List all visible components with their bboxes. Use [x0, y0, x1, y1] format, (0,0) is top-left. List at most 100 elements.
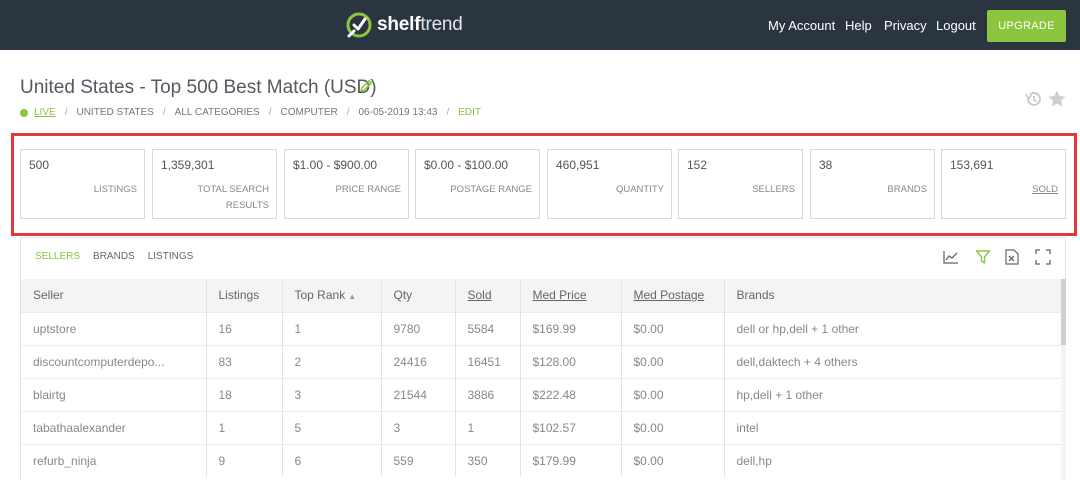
fullscreen-icon[interactable]	[1035, 249, 1051, 265]
column-header-listings[interactable]: Listings	[206, 279, 283, 312]
cell-qty: 24416	[381, 344, 456, 378]
cell-qty: 21544	[381, 377, 456, 411]
breadcrumb-category: COMPUTER	[280, 107, 338, 118]
cell-qty: 9780	[381, 311, 456, 345]
cell-listings: 1	[206, 410, 283, 444]
column-header-top-rank[interactable]: Top Rank ▲	[282, 279, 382, 312]
app-logo[interactable]: shelftrend	[345, 11, 463, 39]
cell-med-postage: $0.00	[621, 377, 725, 411]
cell-top-rank: 2	[282, 344, 382, 378]
cell-sold: 16451	[455, 344, 521, 378]
column-header-seller[interactable]: Seller	[21, 279, 207, 312]
breadcrumb: LIVE / UNITED STATES / ALL CATEGORIES / …	[20, 107, 481, 118]
stat-card-quantity: 460,951 QUANTITY	[547, 149, 672, 219]
breadcrumb-separator: /	[64, 107, 68, 118]
cell-listings: 83	[206, 344, 283, 378]
cell-med-postage: $0.00	[621, 344, 725, 378]
cell-seller[interactable]: uptstore	[21, 311, 207, 345]
cell-seller[interactable]: refurb_ninja	[21, 443, 207, 477]
stat-card-postage-range: $0.00 - $100.00 POSTAGE RANGE	[415, 149, 540, 219]
cell-brands: dell,daktech + 4 others	[724, 344, 1061, 378]
cell-top-rank: 6	[282, 443, 382, 477]
upgrade-button[interactable]: UPGRADE	[987, 10, 1066, 42]
tab-brands[interactable]: BRANDS	[93, 251, 135, 262]
stat-value: 460,951	[556, 158, 600, 172]
table-row[interactable]: blairtg 18 3 21544 3886 $222.48 $0.00 hp…	[21, 377, 1061, 411]
breadcrumb-separator: /	[446, 107, 450, 118]
breadcrumb-live[interactable]: LIVE	[34, 107, 56, 118]
breadcrumb-categories: ALL CATEGORIES	[174, 107, 260, 118]
column-header-med-price[interactable]: Med Price	[520, 279, 622, 312]
breadcrumb-edit-link[interactable]: EDIT	[458, 107, 481, 118]
page-title: United States - Top 500 Best Match (USD)	[20, 77, 377, 98]
cell-med-price: $179.99	[520, 443, 622, 477]
cell-top-rank: 1	[282, 311, 382, 345]
cell-qty: 3	[381, 410, 456, 444]
stat-card-sold: 153,691 SOLD	[941, 149, 1066, 219]
table-header-row: Seller Listings Top Rank ▲ Qty Sold Med P…	[21, 279, 1061, 312]
stat-label-sold-link[interactable]: SOLD	[948, 182, 1058, 198]
column-header-brands[interactable]: Brands	[724, 279, 1061, 312]
cell-listings: 16	[206, 311, 283, 345]
stat-value: 38	[819, 158, 833, 172]
breadcrumb-separator: /	[346, 107, 350, 118]
logo-text-bold: shelf	[377, 14, 421, 35]
live-status-dot	[20, 108, 28, 117]
stat-value: 152	[687, 158, 708, 172]
cell-brands: hp,dell + 1 other	[724, 377, 1061, 411]
tab-sellers[interactable]: SELLERS	[35, 251, 80, 262]
breadcrumb-country: UNITED STATES	[76, 107, 154, 118]
stat-card-price-range: $1.00 - $900.00 PRICE RANGE	[284, 149, 409, 219]
cell-seller[interactable]: tabathaalexander	[21, 410, 207, 444]
top-navigation-bar: shelftrend My Account Help Privacy Logou…	[0, 0, 1080, 50]
nav-help[interactable]: Help	[845, 18, 872, 33]
cell-seller[interactable]: discountcomputerdepo...	[21, 344, 207, 378]
breadcrumb-datetime: 06-05-2019 13:43	[358, 107, 438, 118]
cell-qty: 559	[381, 443, 456, 477]
breadcrumb-separator: /	[268, 107, 272, 118]
cell-med-price: $222.48	[520, 377, 622, 411]
nav-logout[interactable]: Logout	[936, 18, 976, 33]
stat-card-listings: 500 LISTINGS	[20, 149, 145, 219]
table-row[interactable]: refurb_ninja 9 6 559 350 $179.99 $0.00 d…	[21, 443, 1061, 477]
tab-listings[interactable]: LISTINGS	[148, 251, 194, 262]
column-header-qty[interactable]: Qty	[381, 279, 456, 312]
cell-med-price: $128.00	[520, 344, 622, 378]
table-scrollbar-thumb[interactable]	[1061, 279, 1066, 345]
nav-privacy[interactable]: Privacy	[884, 18, 927, 33]
history-icon[interactable]	[1024, 90, 1042, 108]
filter-icon[interactable]	[975, 249, 991, 265]
stat-card-total-search-results: 1,359,301 TOTAL SEARCH RESULTS	[152, 149, 277, 219]
cell-listings: 18	[206, 377, 283, 411]
cell-sold: 1	[455, 410, 521, 444]
chart-icon[interactable]	[943, 249, 959, 265]
logo-text-light: trend	[420, 14, 463, 35]
nav-my-account[interactable]: My Account	[768, 18, 835, 33]
stat-value: 153,691	[950, 158, 994, 172]
cell-seller[interactable]: blairtg	[21, 377, 207, 411]
stat-value: 500	[29, 158, 50, 172]
excel-export-icon[interactable]	[1005, 249, 1019, 265]
table-row[interactable]: tabathaalexander 1 5 3 1 $102.57 $0.00 i…	[21, 410, 1061, 444]
cell-sold: 350	[455, 443, 521, 477]
star-icon[interactable]	[1047, 89, 1067, 109]
logo-check-icon	[346, 12, 372, 38]
cell-med-postage: $0.00	[621, 410, 725, 444]
cell-med-price: $169.99	[520, 311, 622, 345]
table-row[interactable]: discountcomputerdepo... 83 2 24416 16451…	[21, 344, 1061, 378]
column-header-med-postage[interactable]: Med Postage	[621, 279, 725, 312]
sellers-table: Seller Listings Top Rank ▲ Qty Sold Med P…	[21, 279, 1061, 477]
cell-top-rank: 3	[282, 377, 382, 411]
table-row[interactable]: uptstore 16 1 9780 5584 $169.99 $0.00 de…	[21, 311, 1061, 345]
panel-tabs: SELLERS BRANDS LISTINGS	[35, 251, 206, 262]
stat-label: LISTINGS	[93, 184, 137, 195]
column-header-sold[interactable]: Sold	[455, 279, 521, 312]
stat-label: TOTAL SEARCH RESULTS	[197, 184, 269, 211]
breadcrumb-separator: /	[162, 107, 166, 118]
cell-med-price: $102.57	[520, 410, 622, 444]
cell-sold: 3886	[455, 377, 521, 411]
stat-label: QUANTITY	[615, 184, 664, 195]
cell-med-postage: $0.00	[621, 311, 725, 345]
stat-value: 1,359,301	[161, 158, 215, 172]
edit-pencil-icon[interactable]	[358, 78, 374, 94]
